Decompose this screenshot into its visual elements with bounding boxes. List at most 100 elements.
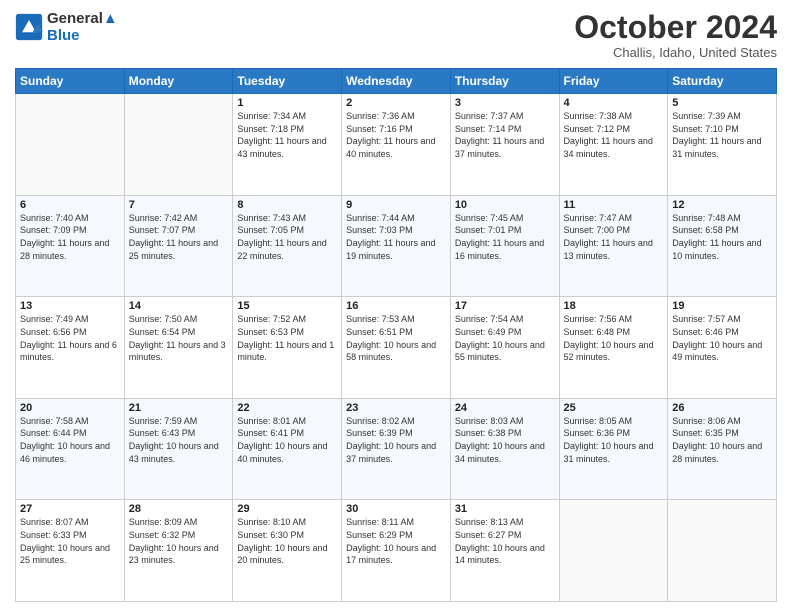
day-info: Sunrise: 7:50 AM Sunset: 6:54 PM Dayligh…: [129, 313, 229, 363]
calendar-cell: 12Sunrise: 7:48 AM Sunset: 6:58 PM Dayli…: [668, 195, 777, 297]
title-block: October 2024 Challis, Idaho, United Stat…: [574, 10, 777, 60]
day-number: 20: [20, 402, 120, 414]
day-number: 1: [237, 97, 337, 109]
day-number: 3: [455, 97, 555, 109]
day-number: 7: [129, 199, 229, 211]
day-info: Sunrise: 7:45 AM Sunset: 7:01 PM Dayligh…: [455, 212, 555, 262]
calendar-cell: 30Sunrise: 8:11 AM Sunset: 6:29 PM Dayli…: [342, 500, 451, 602]
weekday-header-sunday: Sunday: [16, 69, 125, 94]
calendar-cell: 15Sunrise: 7:52 AM Sunset: 6:53 PM Dayli…: [233, 297, 342, 399]
day-info: Sunrise: 7:54 AM Sunset: 6:49 PM Dayligh…: [455, 313, 555, 363]
day-number: 2: [346, 97, 446, 109]
day-info: Sunrise: 8:11 AM Sunset: 6:29 PM Dayligh…: [346, 516, 446, 566]
calendar-cell: 28Sunrise: 8:09 AM Sunset: 6:32 PM Dayli…: [124, 500, 233, 602]
day-info: Sunrise: 7:38 AM Sunset: 7:12 PM Dayligh…: [564, 110, 664, 160]
day-info: Sunrise: 8:09 AM Sunset: 6:32 PM Dayligh…: [129, 516, 229, 566]
day-info: Sunrise: 8:10 AM Sunset: 6:30 PM Dayligh…: [237, 516, 337, 566]
month-title: October 2024: [574, 10, 777, 45]
day-number: 26: [672, 402, 772, 414]
logo-icon: [15, 13, 43, 41]
calendar-cell: 17Sunrise: 7:54 AM Sunset: 6:49 PM Dayli…: [450, 297, 559, 399]
day-number: 31: [455, 503, 555, 515]
calendar-cell: 10Sunrise: 7:45 AM Sunset: 7:01 PM Dayli…: [450, 195, 559, 297]
calendar-cell: 31Sunrise: 8:13 AM Sunset: 6:27 PM Dayli…: [450, 500, 559, 602]
weekday-header-saturday: Saturday: [668, 69, 777, 94]
day-info: Sunrise: 7:37 AM Sunset: 7:14 PM Dayligh…: [455, 110, 555, 160]
day-info: Sunrise: 7:48 AM Sunset: 6:58 PM Dayligh…: [672, 212, 772, 262]
day-info: Sunrise: 7:59 AM Sunset: 6:43 PM Dayligh…: [129, 415, 229, 465]
calendar-cell: 8Sunrise: 7:43 AM Sunset: 7:05 PM Daylig…: [233, 195, 342, 297]
day-info: Sunrise: 8:13 AM Sunset: 6:27 PM Dayligh…: [455, 516, 555, 566]
day-info: Sunrise: 8:01 AM Sunset: 6:41 PM Dayligh…: [237, 415, 337, 465]
day-number: 6: [20, 199, 120, 211]
day-info: Sunrise: 7:36 AM Sunset: 7:16 PM Dayligh…: [346, 110, 446, 160]
location: Challis, Idaho, United States: [574, 45, 777, 60]
day-number: 4: [564, 97, 664, 109]
day-info: Sunrise: 8:06 AM Sunset: 6:35 PM Dayligh…: [672, 415, 772, 465]
calendar-cell: 7Sunrise: 7:42 AM Sunset: 7:07 PM Daylig…: [124, 195, 233, 297]
weekday-header-monday: Monday: [124, 69, 233, 94]
calendar-cell: 21Sunrise: 7:59 AM Sunset: 6:43 PM Dayli…: [124, 398, 233, 500]
calendar-cell: 22Sunrise: 8:01 AM Sunset: 6:41 PM Dayli…: [233, 398, 342, 500]
weekday-header-wednesday: Wednesday: [342, 69, 451, 94]
week-row-4: 20Sunrise: 7:58 AM Sunset: 6:44 PM Dayli…: [16, 398, 777, 500]
day-info: Sunrise: 8:07 AM Sunset: 6:33 PM Dayligh…: [20, 516, 120, 566]
day-info: Sunrise: 7:40 AM Sunset: 7:09 PM Dayligh…: [20, 212, 120, 262]
calendar-cell: 18Sunrise: 7:56 AM Sunset: 6:48 PM Dayli…: [559, 297, 668, 399]
day-number: 15: [237, 300, 337, 312]
calendar-cell: 4Sunrise: 7:38 AM Sunset: 7:12 PM Daylig…: [559, 94, 668, 196]
day-info: Sunrise: 7:44 AM Sunset: 7:03 PM Dayligh…: [346, 212, 446, 262]
day-number: 21: [129, 402, 229, 414]
day-info: Sunrise: 7:39 AM Sunset: 7:10 PM Dayligh…: [672, 110, 772, 160]
calendar-cell: 20Sunrise: 7:58 AM Sunset: 6:44 PM Dayli…: [16, 398, 125, 500]
day-number: 5: [672, 97, 772, 109]
day-number: 27: [20, 503, 120, 515]
page: General▲ Blue October 2024 Challis, Idah…: [0, 0, 792, 612]
calendar-cell: 9Sunrise: 7:44 AM Sunset: 7:03 PM Daylig…: [342, 195, 451, 297]
logo-text: General▲ Blue: [47, 10, 118, 44]
calendar-cell: 29Sunrise: 8:10 AM Sunset: 6:30 PM Dayli…: [233, 500, 342, 602]
day-number: 11: [564, 199, 664, 211]
calendar-cell: 27Sunrise: 8:07 AM Sunset: 6:33 PM Dayli…: [16, 500, 125, 602]
logo: General▲ Blue: [15, 10, 118, 44]
header: General▲ Blue October 2024 Challis, Idah…: [15, 10, 777, 60]
calendar-cell: 3Sunrise: 7:37 AM Sunset: 7:14 PM Daylig…: [450, 94, 559, 196]
day-info: Sunrise: 8:03 AM Sunset: 6:38 PM Dayligh…: [455, 415, 555, 465]
calendar-cell: 23Sunrise: 8:02 AM Sunset: 6:39 PM Dayli…: [342, 398, 451, 500]
calendar-cell: 25Sunrise: 8:05 AM Sunset: 6:36 PM Dayli…: [559, 398, 668, 500]
day-info: Sunrise: 7:53 AM Sunset: 6:51 PM Dayligh…: [346, 313, 446, 363]
day-number: 19: [672, 300, 772, 312]
weekday-header-friday: Friday: [559, 69, 668, 94]
calendar-cell: 26Sunrise: 8:06 AM Sunset: 6:35 PM Dayli…: [668, 398, 777, 500]
calendar-cell: 2Sunrise: 7:36 AM Sunset: 7:16 PM Daylig…: [342, 94, 451, 196]
day-info: Sunrise: 7:34 AM Sunset: 7:18 PM Dayligh…: [237, 110, 337, 160]
calendar-cell: 24Sunrise: 8:03 AM Sunset: 6:38 PM Dayli…: [450, 398, 559, 500]
weekday-header-thursday: Thursday: [450, 69, 559, 94]
calendar-cell: [668, 500, 777, 602]
day-info: Sunrise: 7:56 AM Sunset: 6:48 PM Dayligh…: [564, 313, 664, 363]
calendar-cell: 11Sunrise: 7:47 AM Sunset: 7:00 PM Dayli…: [559, 195, 668, 297]
calendar-cell: [559, 500, 668, 602]
calendar-cell: 5Sunrise: 7:39 AM Sunset: 7:10 PM Daylig…: [668, 94, 777, 196]
day-number: 30: [346, 503, 446, 515]
day-number: 14: [129, 300, 229, 312]
day-info: Sunrise: 7:58 AM Sunset: 6:44 PM Dayligh…: [20, 415, 120, 465]
week-row-5: 27Sunrise: 8:07 AM Sunset: 6:33 PM Dayli…: [16, 500, 777, 602]
calendar-cell: 13Sunrise: 7:49 AM Sunset: 6:56 PM Dayli…: [16, 297, 125, 399]
day-number: 8: [237, 199, 337, 211]
day-number: 12: [672, 199, 772, 211]
weekday-header-tuesday: Tuesday: [233, 69, 342, 94]
calendar-cell: 19Sunrise: 7:57 AM Sunset: 6:46 PM Dayli…: [668, 297, 777, 399]
calendar-table: SundayMondayTuesdayWednesdayThursdayFrid…: [15, 68, 777, 602]
day-number: 28: [129, 503, 229, 515]
day-info: Sunrise: 8:05 AM Sunset: 6:36 PM Dayligh…: [564, 415, 664, 465]
week-row-3: 13Sunrise: 7:49 AM Sunset: 6:56 PM Dayli…: [16, 297, 777, 399]
calendar-cell: [16, 94, 125, 196]
day-number: 10: [455, 199, 555, 211]
day-number: 29: [237, 503, 337, 515]
day-number: 9: [346, 199, 446, 211]
day-number: 16: [346, 300, 446, 312]
calendar-cell: 1Sunrise: 7:34 AM Sunset: 7:18 PM Daylig…: [233, 94, 342, 196]
day-number: 23: [346, 402, 446, 414]
week-row-1: 1Sunrise: 7:34 AM Sunset: 7:18 PM Daylig…: [16, 94, 777, 196]
